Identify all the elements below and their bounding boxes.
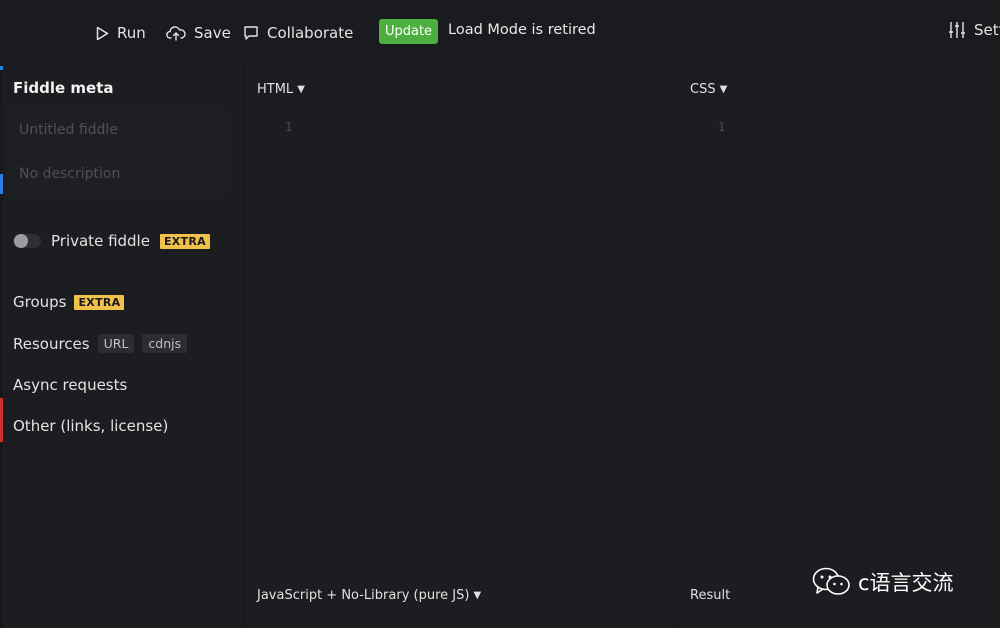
sliders-icon (949, 22, 965, 38)
other-label: Other (links, license) (13, 417, 169, 435)
save-button[interactable]: Save (166, 21, 231, 45)
async-requests-label: Async requests (13, 376, 128, 394)
caret-down-icon: ▼ (473, 590, 482, 601)
load-mode-message: Load Mode is retired (448, 22, 596, 38)
save-label: Save (194, 24, 231, 42)
fiddle-meta-title: Fiddle meta (13, 79, 114, 97)
run-label: Run (117, 24, 146, 42)
groups-label: Groups (13, 293, 67, 311)
wechat-icon (812, 567, 850, 595)
sidebar: Fiddle meta Untitled fiddle No descripti… (3, 66, 243, 628)
js-panel-header[interactable]: JavaScript + No-Library (pure JS) ▼ (257, 588, 481, 603)
sidebar-item-async-requests[interactable]: Async requests (13, 376, 127, 394)
sidebar-item-resources[interactable]: Resources URL cdnjs (13, 334, 188, 353)
update-button[interactable]: Update (379, 19, 438, 44)
jsfiddle-editor: Run Save Collaborate Update Load Mode is… (0, 0, 1000, 628)
cloud-upload-icon (166, 26, 186, 41)
css-panel-header[interactable]: CSS ▼ (690, 82, 727, 97)
css-editor[interactable] (678, 110, 1000, 572)
settings-label: Sett (974, 21, 1000, 39)
settings-button[interactable]: Sett (948, 21, 1000, 39)
caret-down-icon: ▼ (297, 84, 305, 95)
html-panel-header[interactable]: HTML ▼ (257, 82, 305, 97)
groups-extra-badge: EXTRA (74, 294, 125, 310)
toggle-knob (14, 234, 28, 248)
play-icon (96, 26, 109, 40)
caret-down-icon: ▼ (719, 84, 728, 95)
resources-cdnjs-chip[interactable]: cdnjs (142, 334, 188, 353)
watermark-text: c语言交流 (858, 571, 954, 595)
js-panel-separator (244, 572, 677, 573)
top-toolbar: Run Save Collaborate Update Load Mode is… (0, 0, 1000, 66)
collaborate-label: Collaborate (267, 24, 354, 42)
resources-url-chip[interactable]: URL (97, 334, 135, 353)
sidebar-item-groups[interactable]: Groups EXTRA (13, 293, 125, 311)
fiddle-description-input[interactable]: No description (7, 154, 229, 194)
result-panel-label: Result (690, 588, 731, 603)
css-panel-label: CSS (690, 82, 716, 97)
collaborate-button[interactable]: Collaborate (243, 21, 353, 45)
private-fiddle-toggle[interactable] (13, 234, 41, 248)
html-panel-label: HTML (257, 82, 294, 97)
private-extra-badge: EXTRA (159, 233, 210, 249)
result-panel-header: Result (690, 588, 730, 603)
resources-label: Resources (13, 334, 90, 353)
html-editor[interactable] (244, 110, 677, 572)
sidebar-item-other[interactable]: Other (links, license) (13, 417, 168, 435)
js-panel-label: JavaScript + No-Library (pure JS) (257, 588, 470, 603)
fiddle-title-input[interactable]: Untitled fiddle (7, 110, 229, 150)
private-fiddle-row: Private fiddle EXTRA (13, 232, 210, 250)
comment-icon (244, 26, 258, 40)
watermark: c语言交流 (812, 566, 954, 598)
private-fiddle-label: Private fiddle (51, 232, 150, 250)
run-button[interactable]: Run (96, 21, 146, 45)
